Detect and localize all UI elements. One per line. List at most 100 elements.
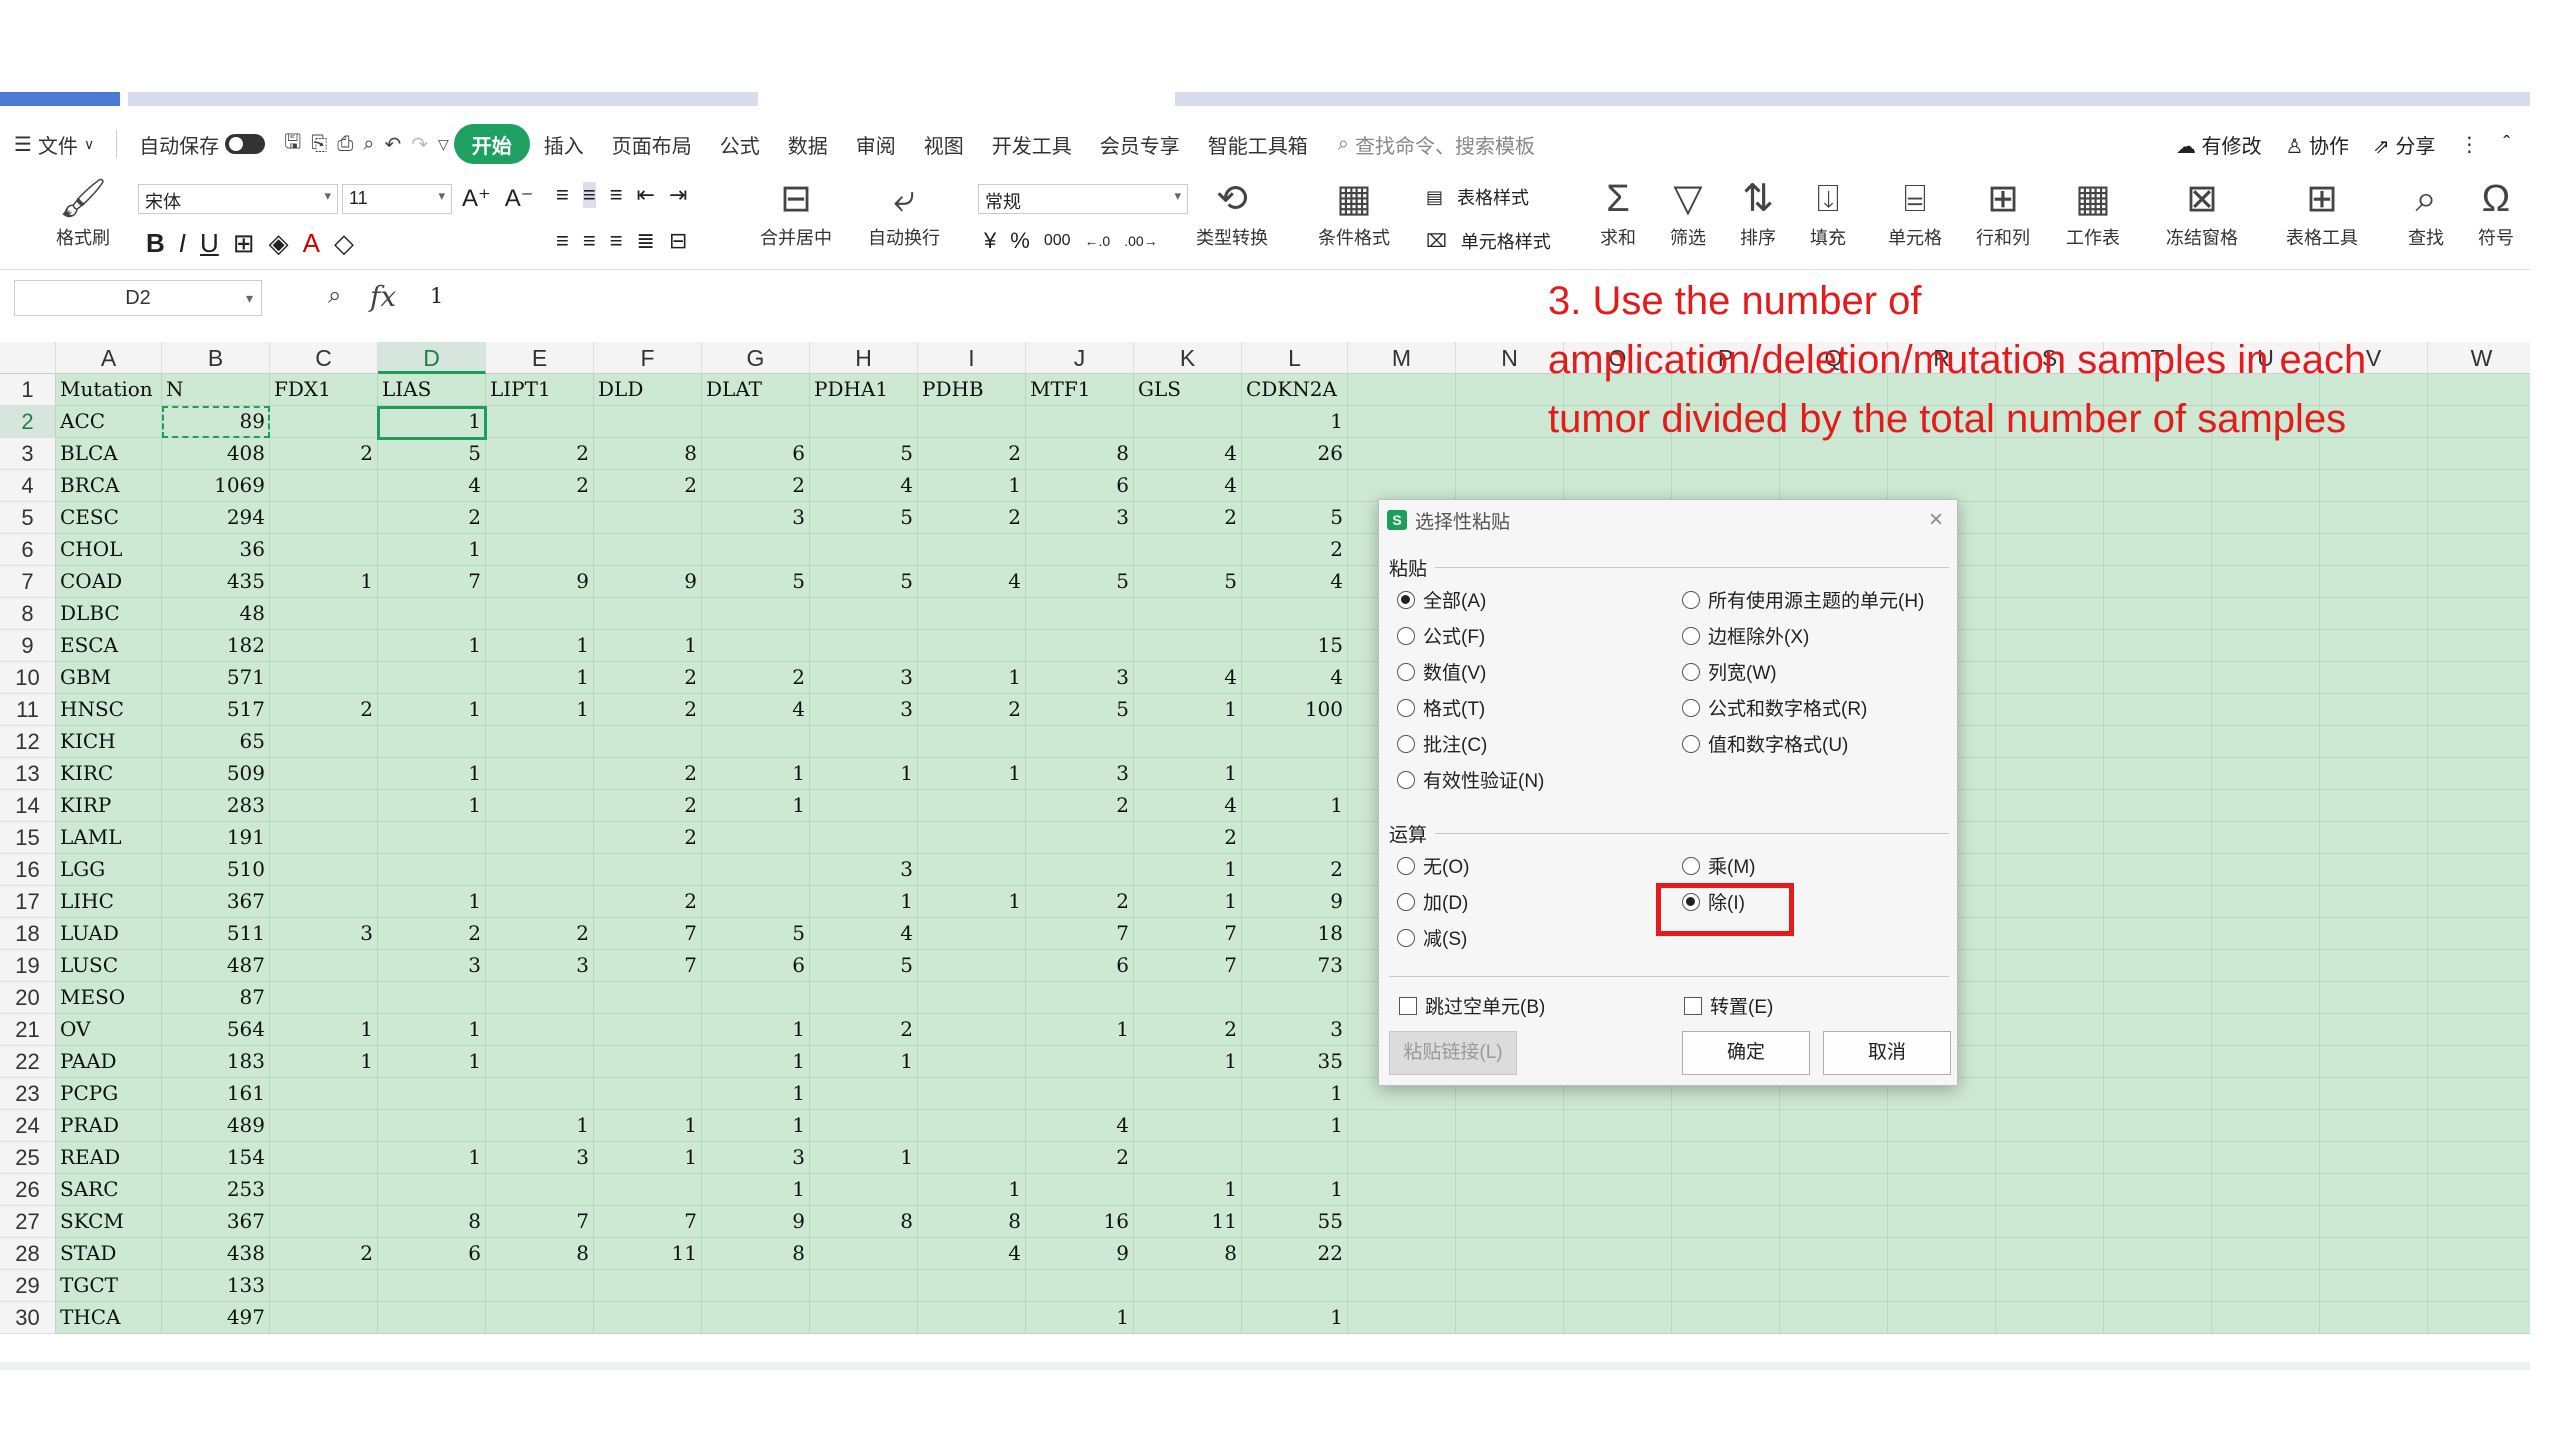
cell-t25[interactable] xyxy=(2104,1142,2212,1174)
cell-a5[interactable]: CESC xyxy=(56,502,162,534)
type-convert-button[interactable]: ⟲ 类型转换 xyxy=(1196,176,1268,250)
cell-e18[interactable]: 2 xyxy=(486,918,594,950)
cell-q27[interactable] xyxy=(1780,1206,1888,1238)
column-header-p[interactable]: P xyxy=(1672,342,1780,374)
cell-s10[interactable] xyxy=(1996,662,2104,694)
sort-button[interactable]: ⇅ 排序 xyxy=(1740,176,1776,250)
cell-h21[interactable]: 2 xyxy=(810,1014,918,1046)
cell-k6[interactable] xyxy=(1134,534,1242,566)
cell-l29[interactable] xyxy=(1242,1270,1348,1302)
cell-l14[interactable]: 1 xyxy=(1242,790,1348,822)
cell-f4[interactable]: 2 xyxy=(594,470,702,502)
column-header-o[interactable]: O xyxy=(1564,342,1672,374)
cell-i27[interactable]: 8 xyxy=(918,1206,1026,1238)
cell-h5[interactable]: 5 xyxy=(810,502,918,534)
cell-h6[interactable] xyxy=(810,534,918,566)
cell-f12[interactable] xyxy=(594,726,702,758)
cell-t29[interactable] xyxy=(2104,1270,2212,1302)
cell-o30[interactable] xyxy=(1564,1302,1672,1334)
cell-c11[interactable]: 2 xyxy=(270,694,378,726)
cell-a11[interactable]: HNSC xyxy=(56,694,162,726)
cell-h28[interactable] xyxy=(810,1238,918,1270)
currency-icon[interactable]: ¥ xyxy=(984,228,996,254)
cell-o28[interactable] xyxy=(1564,1238,1672,1270)
cell-l6[interactable]: 2 xyxy=(1242,534,1348,566)
cell-m3[interactable] xyxy=(1348,438,1456,470)
cell-b11[interactable]: 517 xyxy=(162,694,270,726)
thousands-icon[interactable]: 000 xyxy=(1044,232,1071,250)
column-header-r[interactable]: R xyxy=(1888,342,1996,374)
cell-a24[interactable]: PRAD xyxy=(56,1110,162,1142)
cell-p1[interactable] xyxy=(1672,374,1780,406)
cell-g22[interactable]: 1 xyxy=(702,1046,810,1078)
rows-cols-button[interactable]: ⊞ 行和列 xyxy=(1976,176,2030,250)
cell-p3[interactable] xyxy=(1672,438,1780,470)
find-button[interactable]: ⌕ 查找 xyxy=(2408,176,2444,250)
cell-d11[interactable]: 1 xyxy=(378,694,486,726)
cell-v12[interactable] xyxy=(2320,726,2428,758)
cell-s18[interactable] xyxy=(1996,918,2104,950)
column-header-t[interactable]: T xyxy=(2104,342,2212,374)
cell-h15[interactable] xyxy=(810,822,918,854)
cell-v17[interactable] xyxy=(2320,886,2428,918)
cell-j29[interactable] xyxy=(1026,1270,1134,1302)
cell-b26[interactable]: 253 xyxy=(162,1174,270,1206)
column-header-q[interactable]: Q xyxy=(1780,342,1888,374)
cell-i29[interactable] xyxy=(918,1270,1026,1302)
cell-g6[interactable] xyxy=(702,534,810,566)
distribute-icon[interactable]: ⊟ xyxy=(669,228,687,254)
cell-v2[interactable] xyxy=(2320,406,2428,438)
cell-a26[interactable]: SARC xyxy=(56,1174,162,1206)
cell-s7[interactable] xyxy=(1996,566,2104,598)
cell-j1[interactable]: MTF1 xyxy=(1026,374,1134,406)
cell-b28[interactable]: 438 xyxy=(162,1238,270,1270)
cell-v21[interactable] xyxy=(2320,1014,2428,1046)
cell-s17[interactable] xyxy=(1996,886,2104,918)
row-header[interactable]: 12 xyxy=(0,726,56,758)
cell-v28[interactable] xyxy=(2320,1238,2428,1270)
autosave-toggle[interactable]: 自动保存 xyxy=(125,124,279,164)
cell-q25[interactable] xyxy=(1780,1142,1888,1174)
cell-p2[interactable] xyxy=(1672,406,1780,438)
cell-i8[interactable] xyxy=(918,598,1026,630)
radio-button[interactable] xyxy=(1682,626,1700,645)
cell-a28[interactable]: STAD xyxy=(56,1238,162,1270)
cell-b16[interactable]: 510 xyxy=(162,854,270,886)
cell-c15[interactable] xyxy=(270,822,378,854)
cell-p28[interactable] xyxy=(1672,1238,1780,1270)
cell-k14[interactable]: 4 xyxy=(1134,790,1242,822)
cell-m26[interactable] xyxy=(1348,1174,1456,1206)
cell-k2[interactable] xyxy=(1134,406,1242,438)
cell-d23[interactable] xyxy=(378,1078,486,1110)
radio-button[interactable] xyxy=(1682,856,1700,875)
cell-k29[interactable] xyxy=(1134,1270,1242,1302)
cell-p25[interactable] xyxy=(1672,1142,1780,1174)
cell-a17[interactable]: LIHC xyxy=(56,886,162,918)
checkbox-box[interactable] xyxy=(1684,996,1702,1015)
cell-l27[interactable]: 55 xyxy=(1242,1206,1348,1238)
cell-i21[interactable] xyxy=(918,1014,1026,1046)
cell-h9[interactable] xyxy=(810,630,918,662)
cell-p24[interactable] xyxy=(1672,1110,1780,1142)
cell-c18[interactable]: 3 xyxy=(270,918,378,950)
cell-u25[interactable] xyxy=(2212,1142,2320,1174)
cell-u29[interactable] xyxy=(2212,1270,2320,1302)
cell-r27[interactable] xyxy=(1888,1206,1996,1238)
zoom-formula-icon[interactable]: ⌕ xyxy=(328,282,341,310)
cell-s21[interactable] xyxy=(1996,1014,2104,1046)
radio-button[interactable] xyxy=(1682,892,1700,911)
cell-b18[interactable]: 511 xyxy=(162,918,270,950)
fx-icon[interactable]: fx xyxy=(370,280,396,313)
worksheet-button[interactable]: ▦ 工作表 xyxy=(2066,176,2120,250)
cell-u4[interactable] xyxy=(2212,470,2320,502)
cell-d5[interactable]: 2 xyxy=(378,502,486,534)
paste-option[interactable]: 数值(V) xyxy=(1397,658,1486,685)
cell-j30[interactable]: 1 xyxy=(1026,1302,1134,1334)
cell-j23[interactable] xyxy=(1026,1078,1134,1110)
cell-k26[interactable]: 1 xyxy=(1134,1174,1242,1206)
cancel-button[interactable]: 取消 xyxy=(1823,1031,1951,1075)
cell-b24[interactable]: 489 xyxy=(162,1110,270,1142)
cell-q28[interactable] xyxy=(1780,1238,1888,1270)
cell-g12[interactable] xyxy=(702,726,810,758)
cell-w20[interactable] xyxy=(2428,982,2530,1014)
